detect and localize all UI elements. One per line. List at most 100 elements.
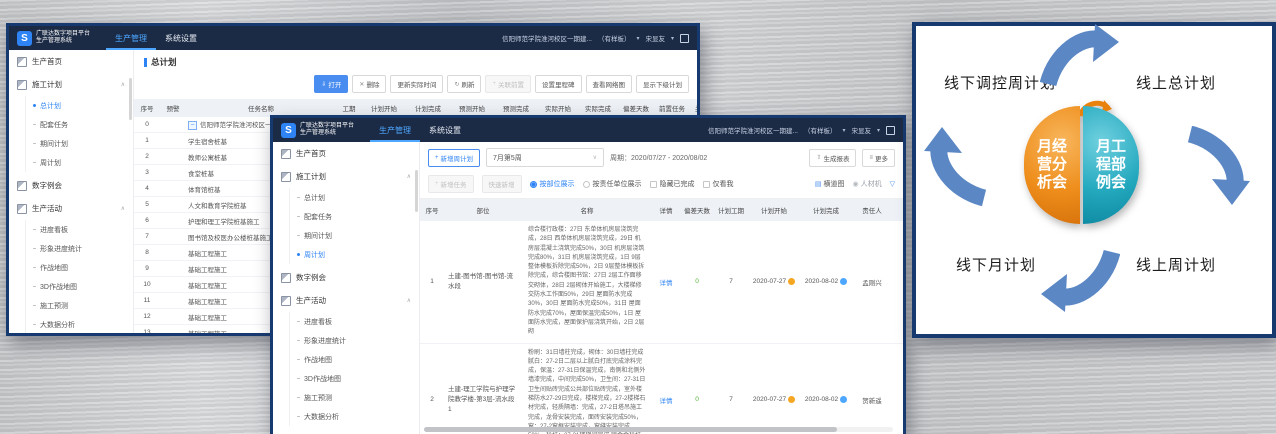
cell-seq: 12 bbox=[134, 309, 160, 325]
sidebar-item-生产活动[interactable]: 生产活动∧ bbox=[9, 197, 133, 220]
page-title: 总计划 bbox=[144, 56, 177, 68]
sidebar-item-施工预测[interactable]: 施工预测 bbox=[9, 296, 133, 315]
diagram-label-online-total-plan: 线上总计划 bbox=[1136, 72, 1216, 93]
expand-node-icon[interactable]: − bbox=[188, 121, 197, 130]
horizontal-scrollbar[interactable] bbox=[424, 427, 893, 432]
period-label: 周期： bbox=[610, 155, 631, 162]
table-row[interactable]: 2土建-理工学院与护理学院教学楼-第3层-流水段1粉刷：31日墙柱完成，砌体：3… bbox=[420, 343, 903, 434]
cell-warning bbox=[160, 261, 186, 277]
new-week-plan-button[interactable]: + 新增周计划 bbox=[428, 149, 480, 167]
sidebar-item-配套任务[interactable]: 配套任务 bbox=[9, 115, 133, 134]
check-hide-finished[interactable]: 隐藏已完成 bbox=[650, 179, 695, 189]
sidebar-item-生产活动[interactable]: 生产活动∧ bbox=[273, 289, 419, 312]
quick-add-button[interactable]: 快速新增 bbox=[482, 175, 522, 193]
labor-material-button[interactable]: ◉ 人材机 bbox=[853, 179, 882, 189]
sidebar-item-大数据分析[interactable]: 大数据分析 bbox=[9, 315, 133, 333]
sidebar-child-label: 施工预测 bbox=[304, 393, 332, 403]
sidebar-item-期间计划[interactable]: 期间计划 bbox=[273, 226, 419, 245]
tab-system-settings[interactable]: 系统设置 bbox=[156, 26, 206, 50]
week-plan-main: + 新增周计划 7月第5周 ∨ 周期：2020/07/27 - 2020/08/… bbox=[420, 142, 903, 434]
project-template-selector[interactable]: （有样板） bbox=[598, 33, 631, 43]
fullscreen-icon[interactable] bbox=[886, 126, 895, 135]
sidebar-item-总计划[interactable]: 总计划 bbox=[9, 96, 133, 115]
column-header: 名称 bbox=[522, 199, 652, 221]
sidebar-item-大数据分析[interactable]: 大数据分析 bbox=[273, 407, 419, 426]
radio-show-by-unit[interactable]: 按责任单位展示 bbox=[583, 179, 642, 189]
add-icon: + bbox=[492, 81, 496, 87]
detail-link[interactable]: 详情 bbox=[660, 398, 673, 405]
sidebar-item-数字例会[interactable]: 数字例会 bbox=[9, 174, 133, 197]
toolbar-button-删除[interactable]: ✕删除 bbox=[352, 75, 386, 93]
generate-report-button[interactable]: ⇧ 生成报表 bbox=[809, 149, 856, 167]
app-header: S 广联达数字项目平台 生产管理系统 生产管理 系统设置 信阳师范学院淮河校区一… bbox=[273, 118, 903, 142]
sidebar-item-数字例会[interactable]: 数字例会 bbox=[273, 266, 419, 289]
home-icon bbox=[17, 57, 27, 67]
check-only-me[interactable]: 仅看我 bbox=[703, 179, 734, 189]
fullscreen-icon[interactable] bbox=[680, 34, 689, 43]
sidebar-item-总计划[interactable]: 总计划 bbox=[273, 188, 419, 207]
sidebar-item-施工计划[interactable]: 施工计划∧ bbox=[9, 73, 133, 96]
cycle-arrow-top-icon bbox=[1040, 22, 1120, 102]
sidebar-item-施工预测[interactable]: 施工预测 bbox=[273, 388, 419, 407]
toolbar-button-label: 设置里程碑 bbox=[542, 79, 575, 89]
week-select[interactable]: 7月第5周 ∨ bbox=[486, 148, 604, 167]
toolbar-button-打开[interactable]: ⇩打开 bbox=[314, 75, 348, 93]
cell-deviation-days: 0 bbox=[680, 221, 714, 343]
user-name[interactable]: 宋显友 bbox=[645, 33, 665, 43]
sidebar-item-3D作战地图[interactable]: 3D作战地图 bbox=[273, 369, 419, 388]
radio-show-by-part[interactable]: 按部位展示 bbox=[530, 179, 575, 189]
sidebar-item-周计划[interactable]: 周计划 bbox=[273, 245, 419, 264]
cell-seq: 6 bbox=[134, 213, 160, 229]
sidebar-item-生产首页[interactable]: 生产首页 bbox=[273, 142, 419, 165]
detail-link[interactable]: 详情 bbox=[660, 280, 673, 287]
sidebar-child-label: 期间计划 bbox=[40, 139, 68, 149]
cell-part: 土建-理工学院与护理学院教学楼-第3层-流水段1 bbox=[444, 343, 522, 434]
sidebar-child-label: 3D作战地图 bbox=[40, 282, 77, 292]
collapse-icon: ∧ bbox=[121, 81, 125, 88]
tab-system-settings[interactable]: 系统设置 bbox=[420, 118, 470, 142]
filter-button[interactable]: ▽ bbox=[890, 180, 895, 188]
sidebar-item-施工计划[interactable]: 施工计划∧ bbox=[273, 165, 419, 188]
sidebar-item-配套任务[interactable]: 配套任务 bbox=[273, 207, 419, 226]
cell-plan-start: 2020-07-27 bbox=[748, 221, 800, 343]
sidebar-item-生产首页[interactable]: 生产首页 bbox=[9, 50, 133, 73]
workflow-diagram-panel: 线下调控周计划 线上总计划 线下月计划 线上周计划 月经 营 bbox=[912, 22, 1276, 338]
sidebar-item-周计划[interactable]: 周计划 bbox=[9, 153, 133, 172]
sidebar-item-形象进度统计[interactable]: 形象进度统计 bbox=[273, 331, 419, 350]
toolbar-button-设置里程碑[interactable]: 设置里程碑 bbox=[535, 75, 582, 93]
sidebar-item-进度看板[interactable]: 进度看板 bbox=[9, 220, 133, 239]
export-icon: ⇧ bbox=[816, 154, 821, 161]
gantt-view-button[interactable]: ▤ 横道图 bbox=[815, 179, 845, 189]
sidebar-child-label: 作战地图 bbox=[304, 355, 332, 365]
sidebar-child-label: 大数据分析 bbox=[304, 412, 339, 422]
sidebar-item-形象进度统计[interactable]: 形象进度统计 bbox=[9, 239, 133, 258]
project-name[interactable]: 信阳师范学院淮河校区一期建... bbox=[708, 125, 798, 135]
sidebar-item-进度看板[interactable]: 进度看板 bbox=[273, 312, 419, 331]
sidebar-item-3D作战地图[interactable]: 3D作战地图 bbox=[9, 277, 133, 296]
scrollbar-thumb[interactable] bbox=[424, 427, 837, 432]
new-task-button[interactable]: + 新增任务 bbox=[428, 175, 474, 193]
tab-production-management[interactable]: 生产管理 bbox=[370, 118, 420, 142]
user-name[interactable]: 宋显友 bbox=[851, 125, 871, 135]
app-title: 广联达数字项目平台 生产管理系统 bbox=[300, 123, 354, 137]
toolbar-button-显示下级计划[interactable]: 显示下级计划 bbox=[636, 75, 689, 93]
app-title: 广联达数字项目平台 生产管理系统 bbox=[36, 31, 90, 45]
sidebar-item-label: 生产首页 bbox=[296, 148, 326, 159]
toolbar-button-更新实际时间[interactable]: 更新实际时间 bbox=[390, 75, 443, 93]
sidebar-item-期间计划[interactable]: 期间计划 bbox=[9, 134, 133, 153]
project-template-selector[interactable]: （有样板） bbox=[804, 125, 837, 135]
app-title-line1: 广联达数字项目平台 bbox=[300, 123, 354, 130]
cell-seq: 9 bbox=[134, 261, 160, 277]
tab-production-management[interactable]: 生产管理 bbox=[106, 26, 156, 50]
more-button[interactable]: ≡ 更多 bbox=[862, 149, 895, 167]
person-icon: ◉ bbox=[853, 180, 859, 188]
project-name[interactable]: 信阳师范学院淮河校区一期建... bbox=[502, 33, 592, 43]
sidebar-item-作战地图[interactable]: 作战地图 bbox=[9, 258, 133, 277]
table-row[interactable]: 1土建-图书馆-图书馆-流水段综合楼行政楼：27日 东单体机房层浇筑完成，28日… bbox=[420, 221, 903, 343]
sidebar-item-作战地图[interactable]: 作战地图 bbox=[273, 350, 419, 369]
cell-plan-start: 2020-07-27 bbox=[748, 343, 800, 434]
toolbar-button-关联前置[interactable]: +关联前置 bbox=[485, 75, 531, 93]
toolbar-button-查看网络图[interactable]: 查看网络图 bbox=[586, 75, 633, 93]
toolbar-button-刷新[interactable]: ↻刷新 bbox=[447, 75, 481, 93]
column-header: 计划开始 bbox=[748, 199, 800, 221]
